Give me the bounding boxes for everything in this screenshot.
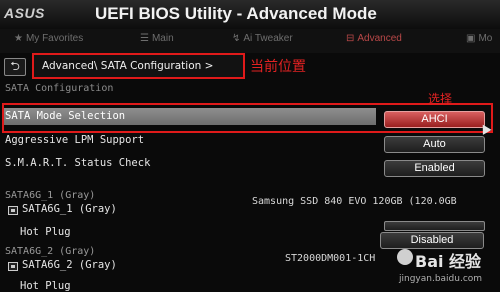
hot-plug-select[interactable] <box>384 221 485 231</box>
tab-monitor[interactable]: ▣ Mo <box>466 33 492 44</box>
setting-label-aggressive-lpm: Aggressive LPM Support <box>5 134 145 146</box>
breadcrumb[interactable]: Advanced\ SATA Configuration > <box>32 53 245 79</box>
tab-label: My Favorites <box>25 33 84 44</box>
tab-label: Advanced <box>357 33 402 44</box>
tab-label: Mo <box>478 33 493 44</box>
back-button[interactable]: ⮌ <box>4 58 26 76</box>
watermark-logo: Bai 经验 <box>415 252 482 271</box>
brand-logo: ASUS <box>4 5 45 21</box>
tab-bar: ★ My Favorites ☰ Main ↯ Ai Tweaker ⊟ Adv… <box>0 29 500 53</box>
port-label: SATA6G_2 (Gray) <box>22 259 117 271</box>
aggressive-lpm-select[interactable]: Auto <box>384 136 485 153</box>
tab-advanced[interactable]: ⊟ Advanced <box>346 33 402 44</box>
watermark-url: jingyan.baidu.com <box>399 274 483 284</box>
tab-ai-tweaker[interactable]: ↯ Ai Tweaker <box>232 33 293 44</box>
tweak-icon: ↯ <box>232 33 241 44</box>
device-name: ST2000DM001-1CH <box>285 253 376 264</box>
monitor-icon: ▣ <box>466 33 476 44</box>
device-name: Samsung SSD 840 EVO 120GB (120.0GB <box>252 196 457 207</box>
annotation-current-location: 当前位置 <box>250 59 306 75</box>
star-icon: ★ <box>14 33 23 44</box>
breadcrumb-text: Advanced\ SATA Configuration > <box>42 60 214 72</box>
paw-icon <box>397 249 413 265</box>
hot-plug-label: Hot Plug <box>20 280 71 292</box>
window-title: UEFI BIOS Utility - Advanced Mode <box>95 4 377 23</box>
advanced-icon: ⊟ <box>346 33 355 44</box>
sata-mode-select[interactable]: AHCI <box>384 111 485 128</box>
port-group-label: SATA6G_1 (Gray) <box>5 190 96 201</box>
drive-icon <box>8 262 18 271</box>
list-icon: ☰ <box>140 33 149 44</box>
tab-main[interactable]: ☰ Main <box>140 33 174 44</box>
tab-label: Ai Tweaker <box>243 33 293 44</box>
setting-label-smart-check: S.M.A.R.T. Status Check <box>5 157 151 169</box>
port-label: SATA6G_1 (Gray) <box>22 203 117 215</box>
smart-check-select[interactable]: Enabled <box>384 160 485 177</box>
tab-my-favorites[interactable]: ★ My Favorites <box>14 33 83 44</box>
back-arrow-icon: ⮌ <box>10 59 20 73</box>
hot-plug-label: Hot Plug <box>20 226 71 238</box>
annotation-select: 选择 <box>428 92 453 106</box>
drive-icon <box>8 206 18 215</box>
baidu-watermark: Bai 经验 jingyan.baidu.com <box>395 246 499 288</box>
section-title: SATA Configuration <box>5 83 114 94</box>
setting-label-sata-mode: SATA Mode Selection <box>5 110 126 122</box>
port-group-label: SATA6G_2 (Gray) <box>5 246 96 257</box>
tab-label: Main <box>151 33 174 44</box>
title-bar: ASUS UEFI BIOS Utility - Advanced Mode <box>0 0 500 30</box>
